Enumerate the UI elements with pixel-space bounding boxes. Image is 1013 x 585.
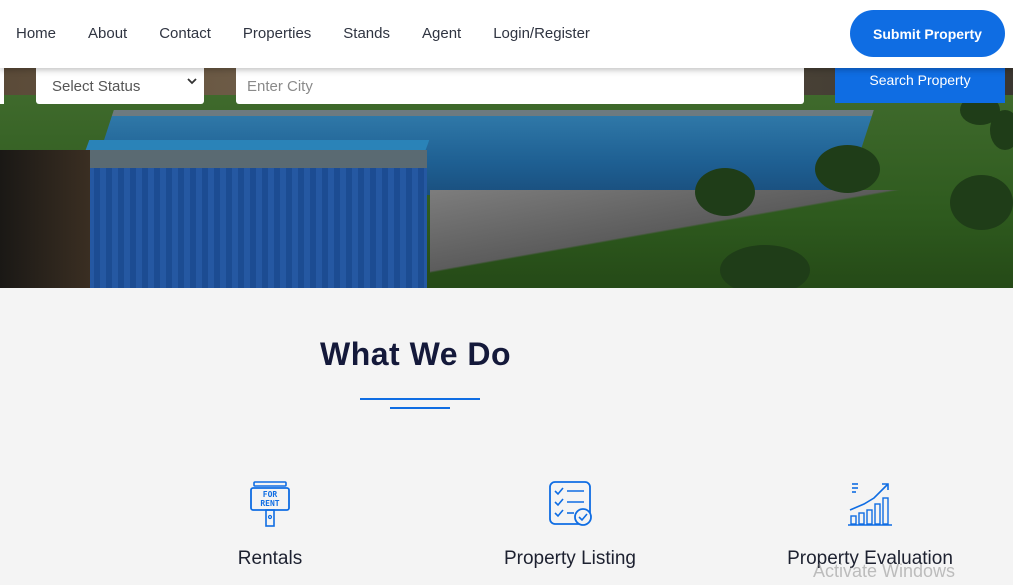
nav-link-properties[interactable]: Properties <box>243 24 311 44</box>
city-input[interactable] <box>236 68 804 104</box>
title-underline-short <box>390 407 450 409</box>
chevron-down-icon <box>187 78 197 85</box>
nav-link-agent[interactable]: Agent <box>422 24 461 44</box>
svg-text:FOR: FOR <box>263 490 278 499</box>
section-title: What We Do <box>320 336 512 372</box>
search-bar: Select Status Search Property <box>0 68 1013 108</box>
service-property-evaluation: Property Evaluation <box>770 480 970 570</box>
nav-link-contact[interactable]: Contact <box>159 24 211 44</box>
windows-activation-watermark: Activate Windows <box>813 561 956 581</box>
title-underline-long <box>360 398 480 400</box>
nav-link-login-register[interactable]: Login/Register <box>493 24 590 44</box>
nav-link-home[interactable]: Home <box>16 24 56 44</box>
nav-link-about[interactable]: About <box>88 24 127 44</box>
checklist-icon <box>549 481 592 526</box>
status-select[interactable]: Select Status <box>36 68 204 104</box>
service-label: Rentals <box>237 548 303 569</box>
service-label: Property Listing <box>503 548 636 569</box>
for-rent-sign-icon: FOR RENT <box>250 481 290 527</box>
service-property-listing: Property Listing <box>470 480 670 570</box>
service-rentals: FOR RENT Rentals <box>170 480 370 570</box>
search-bar-edge <box>0 68 4 104</box>
svg-text:RENT: RENT <box>260 499 279 508</box>
nav-link-stands[interactable]: Stands <box>343 24 390 44</box>
submit-property-button[interactable]: Submit Property <box>850 10 1005 57</box>
status-select-value: Select Status <box>52 77 141 95</box>
search-property-button[interactable]: Search Property <box>835 68 1005 103</box>
navbar: Home About Contact Properties Stands Age… <box>0 0 1013 68</box>
nav-links: Home About Contact Properties Stands Age… <box>16 24 622 44</box>
growth-chart-icon <box>848 483 892 526</box>
